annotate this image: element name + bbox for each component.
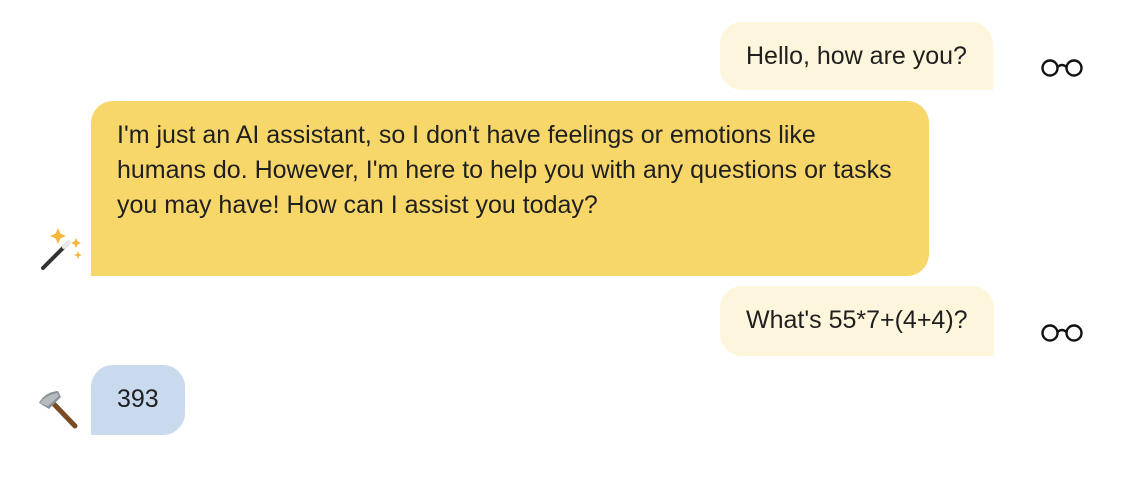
user-message-text: What's 55*7+(4+4)? (746, 306, 968, 334)
tool-result-bubble: 393 (91, 365, 185, 435)
tool-result-text: 393 (117, 385, 159, 413)
hammer-icon (39, 391, 78, 429)
assistant-message-text: I'm just an AI assistant, so I don't hav… (117, 121, 892, 219)
user-message-text: Hello, how are you? (746, 42, 967, 70)
user-message-bubble: Hello, how are you? (720, 22, 993, 90)
assistant-message-bubble: I'm just an AI assistant, so I don't hav… (91, 101, 929, 276)
user-message-bubble: What's 55*7+(4+4)? (720, 286, 994, 356)
magic-wand-icon (41, 228, 82, 270)
chat-transcript: Hello, how are you? I'm just an AI assis… (0, 0, 1132, 482)
glasses-icon (1041, 324, 1083, 342)
glasses-icon (1041, 59, 1083, 77)
